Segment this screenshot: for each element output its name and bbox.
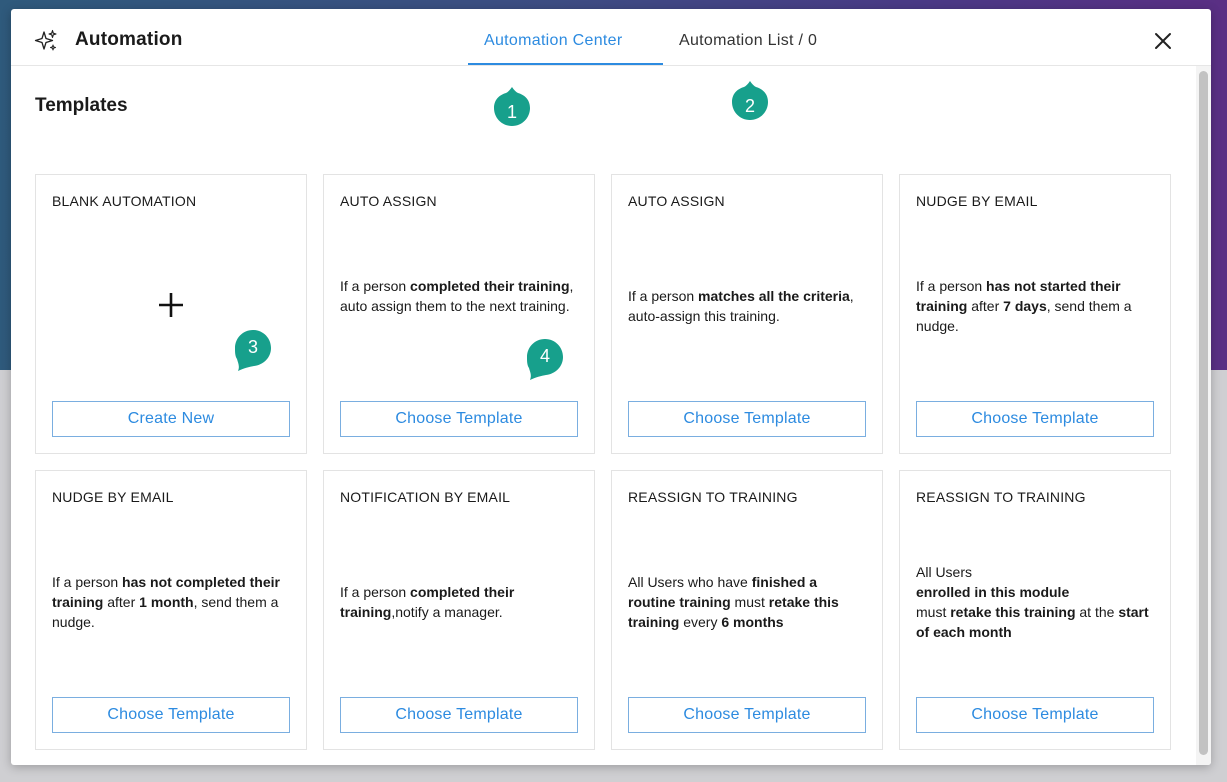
choose-template-button[interactable]: Choose Template — [628, 401, 866, 437]
choose-template-button[interactable]: Choose Template — [340, 697, 578, 733]
card-description: If a person has not completed their trai… — [52, 572, 292, 632]
card-description: If a person matches all the criteria, au… — [628, 286, 868, 326]
description-emphasis: 7 days — [1003, 298, 1047, 314]
marker-number: 1 — [506, 102, 517, 122]
marker-2: 2 — [732, 80, 772, 122]
create-new-button[interactable]: Create New — [52, 401, 290, 437]
card-title: BLANK AUTOMATION — [52, 193, 197, 209]
template-card-reassign-to-training-monthly: REASSIGN TO TRAINING All Users enrolled i… — [899, 470, 1171, 750]
description-text: If a person — [340, 584, 411, 600]
template-card-auto-assign: AUTO ASSIGN If a person completed their … — [323, 174, 595, 454]
card-description: All Users enrolled in this module must ret… — [916, 562, 1156, 642]
description-emphasis: 1 month — [139, 594, 194, 610]
choose-template-button[interactable]: Choose Template — [340, 401, 578, 437]
template-card-notification-by-email: NOTIFICATION BY EMAIL If a person comple… — [323, 470, 595, 750]
plus-icon — [159, 293, 183, 317]
description-text: at the — [1075, 604, 1119, 620]
tab-automation-list[interactable]: Automation List / 0 — [679, 32, 817, 50]
choose-template-button[interactable]: Choose Template — [916, 697, 1154, 733]
automation-modal: Automation Automation Center Automation … — [11, 9, 1211, 765]
choose-template-button[interactable]: Choose Template — [628, 697, 866, 733]
card-title: NUDGE BY EMAIL — [916, 193, 1038, 209]
card-title: NUDGE BY EMAIL — [52, 489, 174, 505]
description-emphasis: retake this training — [950, 604, 1076, 620]
card-title: NOTIFICATION BY EMAIL — [340, 489, 511, 505]
description-emphasis: completed their training — [410, 278, 570, 294]
description-text: If a person — [52, 574, 123, 590]
description-text: If a person — [340, 278, 411, 294]
description-emphasis: matches all the criteria — [698, 288, 850, 304]
description-text: must — [730, 594, 769, 610]
sparkle-icon — [34, 29, 57, 51]
card-description: If a person completed their training, au… — [340, 276, 580, 316]
modal-header: Automation Automation Center Automation … — [11, 9, 1211, 66]
template-card-auto-assign-criteria: AUTO ASSIGN If a person matches all the … — [611, 174, 883, 454]
template-card-blank-automation: BLANK AUTOMATION Create New — [35, 174, 307, 454]
marker-number: 2 — [744, 96, 755, 116]
active-tab-indicator — [468, 63, 663, 65]
card-title: REASSIGN TO TRAINING — [916, 489, 1086, 505]
description-emphasis: enrolled in this module — [916, 584, 1070, 600]
card-description: All Users who have finished a routine tr… — [628, 572, 868, 632]
description-text: must — [916, 604, 951, 620]
template-card-reassign-to-training: REASSIGN TO TRAINING All Users who have … — [611, 470, 883, 750]
description-emphasis: 6 months — [721, 614, 784, 630]
section-title: Templates — [35, 95, 128, 116]
marker-1: 1 — [494, 86, 534, 128]
app-title: Automation — [75, 29, 183, 50]
description-text: All Users — [916, 564, 973, 580]
template-card-nudge-by-email-completed: NUDGE BY EMAIL If a person has not compl… — [35, 470, 307, 750]
description-text: after — [967, 298, 1004, 314]
marker-number: 4 — [539, 346, 550, 366]
choose-template-button[interactable]: Choose Template — [52, 697, 290, 733]
choose-template-button[interactable]: Choose Template — [916, 401, 1154, 437]
template-card-nudge-by-email: NUDGE BY EMAIL If a person has not start… — [899, 174, 1171, 454]
card-title: AUTO ASSIGN — [340, 193, 437, 209]
scrollbar-thumb[interactable] — [1199, 71, 1208, 755]
description-text: ,notify a manager. — [391, 604, 503, 620]
close-icon[interactable] — [1154, 32, 1172, 50]
marker-4: 4 — [527, 339, 567, 381]
description-text: every — [679, 614, 722, 630]
card-title: REASSIGN TO TRAINING — [628, 489, 798, 505]
card-title: AUTO ASSIGN — [628, 193, 725, 209]
marker-3: 3 — [235, 330, 275, 372]
description-text: If a person — [916, 278, 987, 294]
marker-number: 3 — [247, 337, 258, 357]
card-description: If a person has not started their traini… — [916, 276, 1156, 336]
description-text: If a person — [628, 288, 699, 304]
description-text: All Users who have — [628, 574, 752, 590]
card-description: If a person completed their training,not… — [340, 582, 580, 622]
description-text: after — [103, 594, 140, 610]
tab-automation-center[interactable]: Automation Center — [484, 32, 623, 50]
